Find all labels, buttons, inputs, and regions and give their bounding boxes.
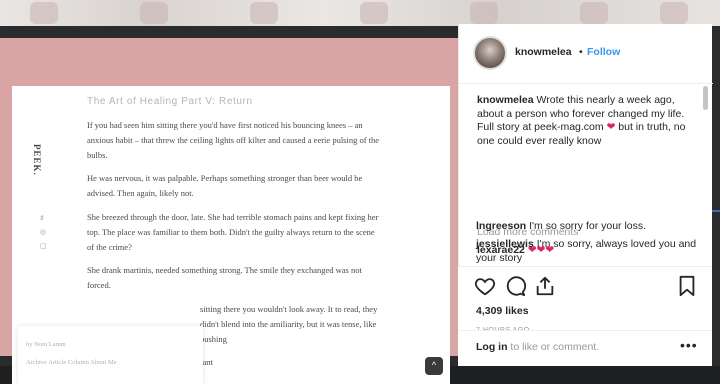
background-thumbnail: [470, 2, 498, 24]
article-screenshot: PEEK. ♯ ◎ ▢ The Art of Healing Part V: R…: [12, 86, 450, 384]
comment-username[interactable]: lexarae22: [477, 244, 525, 256]
post-image[interactable]: PEEK. ♯ ◎ ▢ The Art of Healing Part V: R…: [0, 38, 458, 384]
byline-links: Archive Article Column About Me: [26, 359, 117, 366]
comment: lexarae22 ❤❤❤: [477, 244, 699, 258]
post-actions: [459, 286, 713, 362]
caption: knowmelea Wrote this nearly a week ago, …: [477, 94, 699, 148]
caption-username[interactable]: knowmelea: [477, 94, 534, 106]
scroll-top-button[interactable]: ^: [425, 357, 443, 375]
follow-button[interactable]: Follow: [587, 46, 620, 58]
comment: lngreeson I'm so sorry for your loss.: [477, 266, 699, 282]
article-paragraph: He was nervous, it was palpable. Perhaps…: [87, 173, 363, 199]
comments-scrollbar[interactable]: [703, 86, 708, 110]
byline-card: by Noni Lamm Archive Article Column Abou…: [18, 326, 203, 384]
load-more-comments[interactable]: Load more comments: [477, 226, 579, 238]
article-paragraph: She drank martinis, needed something str…: [87, 265, 362, 291]
background-thumbnail: [30, 2, 58, 24]
background-thumbnail: [250, 2, 278, 24]
background-thumbnail: [580, 2, 608, 24]
article-paragraph: She breezed through the door, late. She …: [87, 211, 379, 252]
comment-text: I'm so sorry for your loss.: [530, 266, 648, 278]
background-thumbnail: [360, 2, 388, 24]
byline-author: by Noni Lamm: [26, 341, 66, 348]
avatar[interactable]: [473, 36, 507, 70]
comment-username[interactable]: lngreeson: [477, 266, 527, 278]
side-icons: ♯ ◎ ▢: [40, 212, 47, 254]
side-icon: ◎: [40, 229, 47, 236]
article-title: The Art of Healing Part V: Return: [87, 96, 253, 107]
header-username[interactable]: knowmelea: [515, 46, 572, 58]
background-thumbnail: [140, 2, 168, 24]
post-side-panel: knowmelea • Follow knowmelea Wrote this …: [458, 24, 713, 366]
heart-emoji: ❤: [606, 121, 616, 133]
background-feed: [0, 0, 720, 26]
side-icon: ▢: [40, 243, 47, 250]
comments-section: knowmelea Wrote this nearly a week ago, …: [459, 84, 713, 266]
header-separator: •: [579, 46, 583, 58]
side-icon: ♯: [40, 215, 44, 222]
background-thumbnail: [660, 2, 688, 24]
brand-logo: PEEK.: [32, 144, 42, 176]
comment-text: ❤❤❤: [527, 244, 555, 256]
post-header: knowmelea • Follow: [459, 24, 713, 84]
article-paragraph: If you had seen him sitting there you'd …: [87, 120, 380, 160]
